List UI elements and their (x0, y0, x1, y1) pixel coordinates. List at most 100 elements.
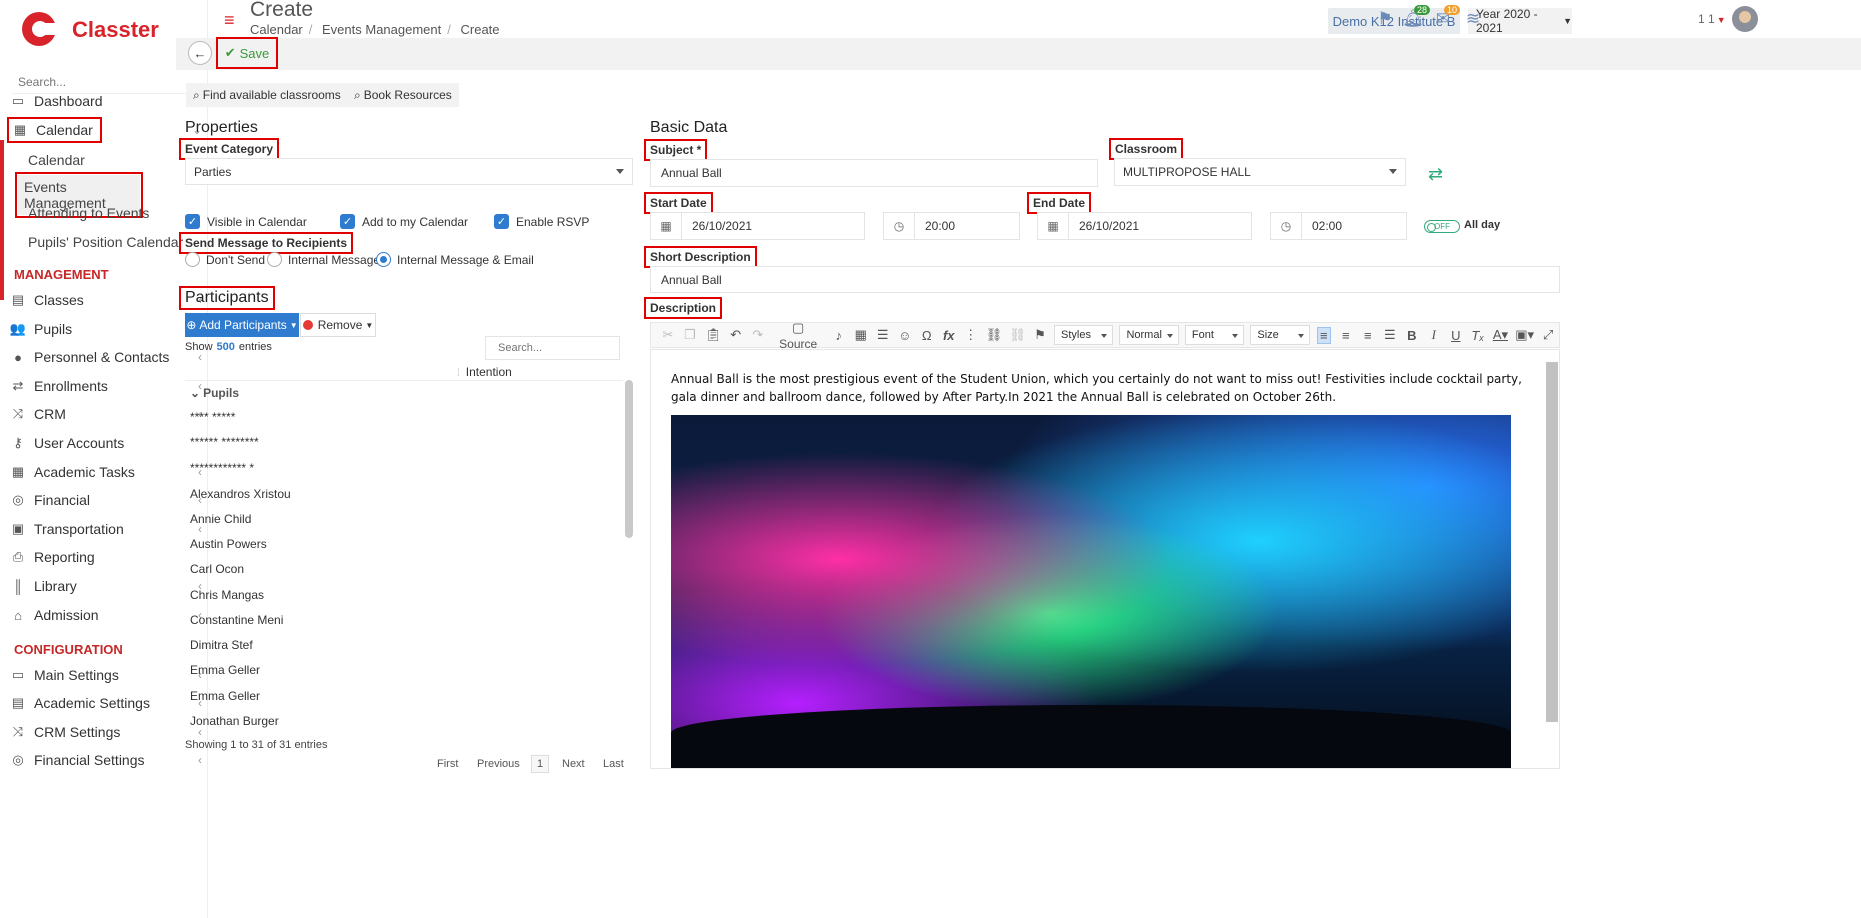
menu-toggle-icon[interactable]: ≡ (224, 11, 235, 29)
description-text[interactable]: Annual Ball is the most prestigious even… (671, 370, 1531, 406)
remove-format-icon[interactable]: Tₓ (1471, 328, 1485, 343)
sidebar-item-crm[interactable]: ⤨ CRM ‹ (0, 399, 207, 429)
font-dropdown[interactable]: Font (1184, 325, 1245, 345)
avatar[interactable] (1732, 6, 1758, 32)
align-right-icon[interactable]: ≡ (1361, 328, 1375, 343)
column-header-intention[interactable]: ⁞ Intention (457, 365, 512, 379)
sidebar-item-pupils[interactable]: 👥Pupils‹ (0, 314, 207, 344)
book-resources-button[interactable]: ⌕ Book Resources (347, 83, 459, 107)
redo-icon[interactable]: ↷ (751, 327, 765, 343)
classroom-select[interactable]: MULTIPROPOSE HALL (1114, 158, 1406, 186)
table-row[interactable]: ****** ******** (190, 435, 259, 449)
end-date-input[interactable]: 26/10/2021 (1068, 212, 1252, 240)
radio-internal-message-email[interactable]: Internal Message & Email (376, 252, 534, 267)
maximize-icon[interactable]: ⤢ (1541, 327, 1555, 343)
sidebar-sub-position-calendar[interactable]: Pupils' Position Calendar (18, 230, 193, 254)
sidebar-item-financial[interactable]: ◎ Financial ‹ (0, 485, 207, 515)
sidebar-item-academic-tasks[interactable]: ▦ Academic Tasks ‹ (0, 457, 207, 487)
all-day-toggle[interactable]: OFF (1424, 220, 1460, 233)
sidebar-item-user-accounts[interactable]: ⚷ User Accounts (0, 428, 207, 458)
table-row[interactable]: Jonathan Burger (190, 714, 279, 728)
add-participants-button[interactable]: ⊕ Add Participants ▼ (185, 313, 299, 337)
end-time-input[interactable]: 02:00 (1301, 212, 1407, 240)
sidebar-sub-calendar[interactable]: Calendar (18, 148, 95, 172)
template-icon[interactable]: ⋮ (964, 327, 978, 343)
flag-icon[interactable]: ⚑ (1374, 9, 1396, 31)
radio-dont-send[interactable]: Don't Send (185, 252, 265, 267)
find-classrooms-button[interactable]: ⌕ Find available classrooms (186, 83, 348, 107)
table-icon[interactable]: ▦ (854, 327, 868, 343)
cut-icon[interactable]: ✂ (661, 327, 675, 343)
table-row[interactable]: Alexandros Xristou (190, 487, 291, 501)
table-row[interactable]: Emma Geller (190, 689, 260, 703)
enable-rsvp-checkbox[interactable]: ✓ Enable RSVP (494, 214, 589, 229)
save-button[interactable]: ✔ Save (216, 37, 278, 69)
paste-icon[interactable]: 📋︎ (705, 327, 722, 343)
table-row[interactable]: Austin Powers (190, 537, 267, 551)
event-category-select[interactable]: Parties (185, 158, 633, 185)
clock-icon[interactable]: ◷ (883, 212, 915, 240)
sidebar-item-library[interactable]: ║ Library ‹ (0, 571, 207, 601)
format-dropdown[interactable]: Normal (1119, 325, 1179, 345)
sidebar-item-personnel[interactable]: ● Personnel & Contacts ‹ (0, 342, 207, 372)
sidebar-item-admission[interactable]: ⌂ Admission ‹ (0, 600, 207, 630)
remove-button[interactable]: Remove ▼ (300, 313, 376, 337)
start-time-input[interactable]: 20:00 (914, 212, 1020, 240)
table-row[interactable]: Emma Geller (190, 663, 260, 677)
description-editor[interactable]: Annual Ball is the most prestigious even… (650, 349, 1560, 769)
back-button[interactable]: ← (188, 41, 212, 65)
anchor-flag-icon[interactable]: ⚑ (1033, 327, 1047, 343)
copy-icon[interactable]: ❐ (683, 327, 697, 343)
concert-image[interactable] (671, 415, 1511, 768)
visible-in-calendar-checkbox[interactable]: ✓ Visible in Calendar (185, 214, 307, 229)
short-description-input[interactable]: Annual Ball (650, 266, 1560, 293)
sidebar-item-transportation[interactable]: ▣ Transportation ‹ (0, 514, 207, 544)
table-row[interactable]: Chris Mangas (190, 588, 264, 602)
pager-next[interactable]: Next (562, 758, 585, 770)
pager-first[interactable]: First (437, 758, 458, 770)
sidebar-item-dashboard[interactable]: ▭ Dashboard (0, 86, 207, 116)
source-button[interactable]: ▢ Source (773, 320, 824, 351)
text-color-icon[interactable]: A▾ (1493, 327, 1508, 343)
subject-input[interactable]: Annual Ball (650, 159, 1098, 187)
pager-last[interactable]: Last (603, 758, 624, 770)
add-to-my-calendar-checkbox[interactable]: ✓ Add to my Calendar (340, 214, 468, 229)
table-row[interactable]: ************ * (190, 461, 254, 475)
pager-previous[interactable]: Previous (477, 758, 520, 770)
table-row[interactable]: Annie Child (190, 512, 251, 526)
undo-icon[interactable]: ↶ (729, 327, 743, 343)
entries-length-control[interactable]: Show 500 entries (185, 341, 272, 353)
brand-logo[interactable]: Classter (18, 8, 159, 52)
align-left-icon[interactable]: ≡ (1316, 326, 1331, 344)
calendar-icon[interactable]: ▦ (1037, 212, 1069, 240)
bold-icon[interactable]: B (1405, 328, 1419, 343)
underline-icon[interactable]: U (1449, 328, 1463, 343)
group-row-pupils[interactable]: ⌄ Pupils (190, 386, 239, 400)
sidebar-item-calendar[interactable]: ▦ Calendar ⌄ (0, 115, 207, 145)
pager-page-1[interactable]: 1 (531, 755, 549, 773)
sidebar-item-classes[interactable]: ▤ Classes ‹ (0, 285, 207, 315)
sidebar-item-main-settings[interactable]: ▭ Main Settings ‹ (0, 660, 207, 690)
smiley-icon[interactable]: ☺ (898, 328, 912, 343)
start-date-input[interactable]: 26/10/2021 (681, 212, 865, 240)
editor-scrollbar[interactable] (1546, 362, 1558, 722)
sidebar-item-financial-settings[interactable]: ◎ Financial Settings ‹ (0, 745, 207, 775)
exchange-icon[interactable]: ⇄ (1428, 164, 1443, 185)
sidebar-sub-attending[interactable]: Attending to Events (18, 201, 159, 225)
styles-dropdown[interactable]: Styles (1054, 325, 1114, 345)
formula-icon[interactable]: fx (942, 328, 956, 343)
omega-icon[interactable]: Ω (920, 328, 934, 343)
table-row[interactable]: **** ***** (190, 410, 235, 424)
sidebar-item-enrollments[interactable]: ⇄ Enrollments ‹ (0, 371, 207, 401)
justify-icon[interactable]: ☰ (1383, 327, 1397, 343)
link-icon[interactable]: ⛓ (986, 327, 1003, 343)
unlink-icon[interactable]: ⛓ (1009, 327, 1026, 343)
layers-icon[interactable]: ≋ (1462, 9, 1484, 31)
entries-count-select[interactable]: 500 (217, 341, 235, 353)
clock-icon[interactable]: ◷ (1270, 212, 1302, 240)
breadcrumb-events-management[interactable]: Events Management (322, 22, 441, 37)
envelope-icon[interactable]: ✉ 10 (1432, 5, 1461, 31)
table-row[interactable]: Constantine Meni (190, 613, 283, 627)
calendar-icon[interactable]: ▦ (650, 212, 682, 240)
background-color-icon[interactable]: ▣▾ (1515, 327, 1534, 343)
